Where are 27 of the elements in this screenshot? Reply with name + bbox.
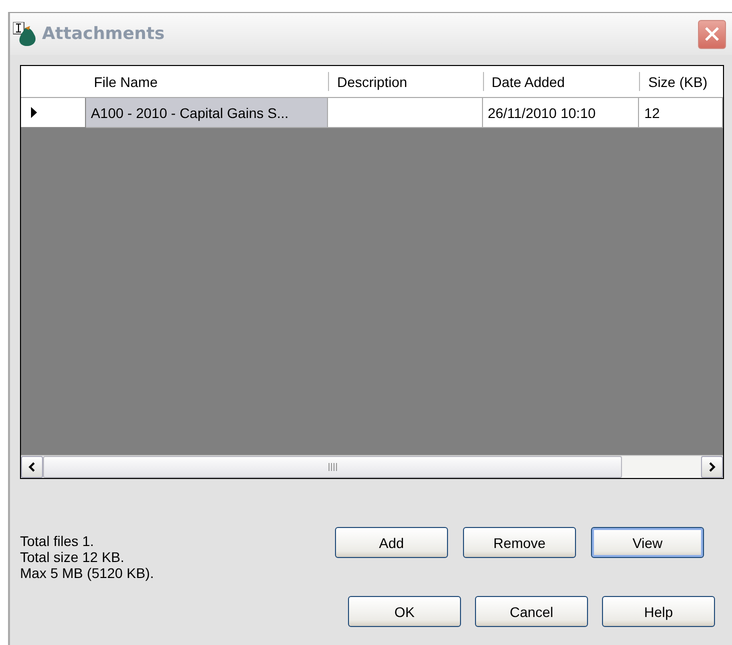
row-header[interactable]: [21, 98, 86, 128]
app-icon: [13, 22, 37, 46]
current-row-icon: [31, 107, 37, 118]
table-cell: A100 - 2010 - Capital Gains S...: [86, 98, 328, 128]
column-header[interactable]: Date Added: [482, 72, 640, 91]
close-button[interactable]: [698, 20, 726, 48]
column-header[interactable]: Size (KB): [639, 72, 724, 91]
action-button[interactable]: Remove: [463, 527, 576, 558]
action-button[interactable]: Add: [335, 527, 448, 558]
action-button[interactable]: OK: [348, 596, 461, 627]
close-icon: [704, 26, 720, 42]
table-cell: 26/11/2010 10:10: [482, 98, 640, 128]
summary-text: Max 5 MB (5120 KB).: [20, 565, 155, 581]
scroll-left-button[interactable]: [21, 456, 43, 478]
column-header[interactable]: File Name: [86, 72, 328, 91]
horizontal-scrollbar[interactable]: [21, 455, 723, 478]
table-cell: 12: [639, 98, 723, 128]
action-button[interactable]: Cancel: [475, 596, 588, 627]
action-button[interactable]: View: [591, 527, 704, 558]
scrollbar-thumb[interactable]: [43, 456, 622, 478]
summary-text: Total files 1.: [20, 533, 95, 549]
scroll-right-button[interactable]: [701, 456, 723, 478]
action-button[interactable]: Help: [602, 596, 715, 627]
grip-icon: [328, 463, 338, 471]
window-title: Attachments: [42, 24, 166, 44]
summary-text: Total size 12 KB.: [20, 549, 126, 565]
column-header[interactable]: Description: [328, 72, 483, 91]
